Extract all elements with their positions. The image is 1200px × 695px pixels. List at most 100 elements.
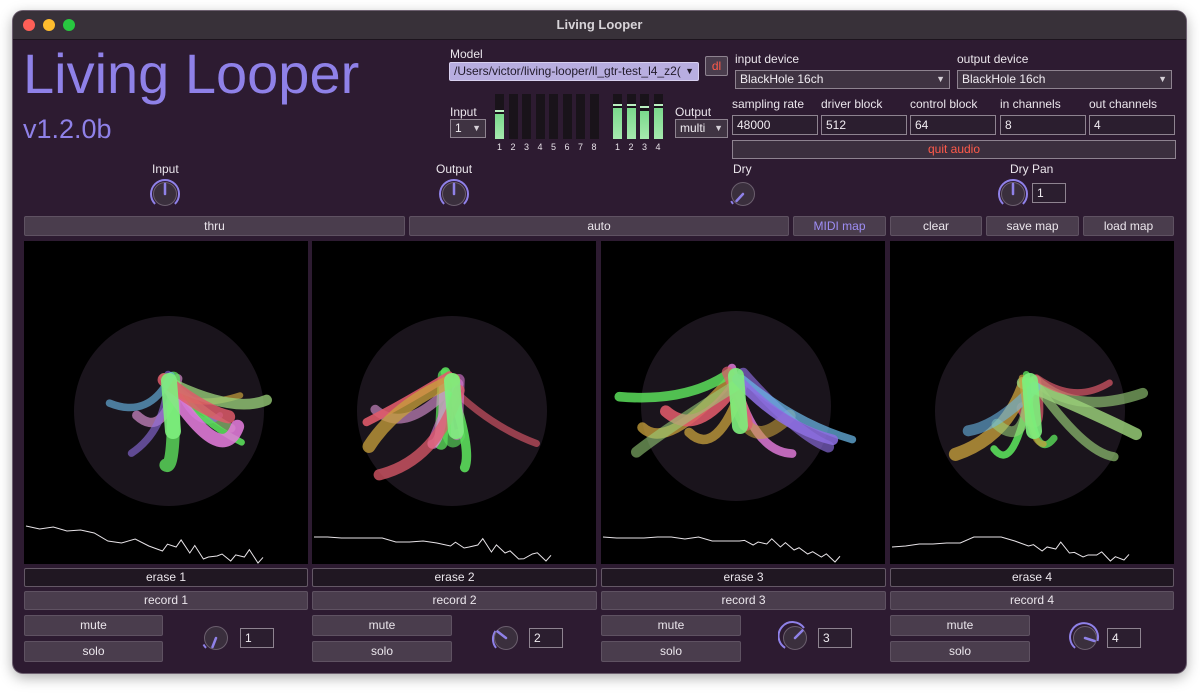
auto-button[interactable]: auto <box>409 216 789 236</box>
solo-loop-3-button[interactable]: solo <box>601 641 741 662</box>
waveform <box>25 525 264 564</box>
output-device-label: output device <box>957 52 1029 66</box>
input-meter-label: 8 <box>591 142 597 152</box>
chevron-down-icon: ▼ <box>714 123 723 133</box>
record-loop-4-button[interactable]: record 4 <box>890 591 1174 610</box>
erase-loop-2-button[interactable]: erase 2 <box>312 568 597 587</box>
input-meter-level <box>495 114 504 139</box>
erase-loop-4-button[interactable]: erase 4 <box>890 568 1174 587</box>
window-title: Living Looper <box>556 17 643 32</box>
loop-2-gain-knob[interactable] <box>489 621 523 660</box>
input-device-label: input device <box>735 52 800 66</box>
model-path: /Users/victor/living-looper/ll_gtr-test_… <box>454 64 681 78</box>
input-channel-label: Input <box>450 105 477 119</box>
record-loop-1-button[interactable]: record 1 <box>24 591 308 610</box>
solo-loop-4-button[interactable]: solo <box>890 641 1030 662</box>
mute-loop-2-button[interactable]: mute <box>312 615 452 636</box>
dry-pan-value[interactable]: 1 <box>1032 183 1066 203</box>
load-map-button[interactable]: load map <box>1083 216 1174 236</box>
sampling-rate-label: sampling rate <box>732 97 805 111</box>
output-meter-4: 4 <box>653 94 663 152</box>
midi-map-button[interactable]: MIDI map <box>793 216 886 236</box>
control-block-input[interactable]: 64 <box>910 115 996 135</box>
output-device-select[interactable]: BlackHole 16ch ▼ <box>957 70 1172 89</box>
output-meter-level <box>613 108 622 139</box>
erase-loop-1-button[interactable]: erase 1 <box>24 568 308 587</box>
output-gain-label: Output <box>436 162 473 176</box>
title-bar: Living Looper <box>13 11 1186 40</box>
out-channels-label: out channels <box>1089 97 1158 111</box>
erase-loop-3-button[interactable]: erase 3 <box>601 568 886 587</box>
solo-loop-1-button[interactable]: solo <box>24 641 163 662</box>
quit-audio-button[interactable]: quit audio <box>732 140 1176 159</box>
loop-1-number[interactable]: 1 <box>240 628 274 648</box>
output-meter-1: 1 <box>613 94 622 152</box>
solo-loop-2-button[interactable]: solo <box>312 641 452 662</box>
input-meter-1: 1 <box>495 94 504 152</box>
waveform <box>314 536 552 562</box>
model-select[interactable]: /Users/victor/living-looper/ll_gtr-test_… <box>449 62 699 81</box>
input-meter-peak <box>495 109 504 112</box>
input-meter-2: 2 <box>508 94 518 152</box>
input-channel-select[interactable]: 1 ▼ <box>450 119 486 138</box>
clear-button[interactable]: clear <box>890 216 982 236</box>
loop-visualizer-3 <box>601 241 885 564</box>
mute-loop-1-button[interactable]: mute <box>24 615 163 636</box>
loop-visualizer-2 <box>312 241 596 564</box>
loop-2-number[interactable]: 2 <box>529 628 563 648</box>
thru-button[interactable]: thru <box>24 216 405 236</box>
output-meter-peak <box>640 106 649 109</box>
out-channels-input[interactable]: 4 <box>1089 115 1175 135</box>
output-mode-select[interactable]: multi ▼ <box>675 119 728 138</box>
mute-loop-4-button[interactable]: mute <box>890 615 1030 636</box>
loop-4-number[interactable]: 4 <box>1107 628 1141 648</box>
loop-4-gain-knob[interactable] <box>1068 621 1102 660</box>
record-loop-3-button[interactable]: record 3 <box>601 591 886 610</box>
output-meter-peak <box>653 103 663 106</box>
input-meter-label: 1 <box>496 142 502 152</box>
output-meter-label: 4 <box>655 142 661 152</box>
chevron-down-icon: ▼ <box>1158 74 1167 84</box>
output-meter-label: 1 <box>614 142 620 152</box>
waveform <box>891 536 1130 562</box>
sampling-rate-input[interactable]: 48000 <box>732 115 818 135</box>
control-block-label: control block <box>910 97 978 111</box>
driver-block-input[interactable]: 512 <box>821 115 907 135</box>
download-model-button[interactable]: dl <box>705 56 728 76</box>
dry-pan-label: Dry Pan <box>1010 162 1054 176</box>
input-gain-label: Input <box>152 162 179 176</box>
input-meter-label: 6 <box>564 142 570 152</box>
model-label: Model <box>450 47 483 61</box>
loop-3-number[interactable]: 3 <box>818 628 852 648</box>
app-window: Living Looper Living Looper v1.2.0b Mode… <box>13 11 1186 673</box>
mute-loop-3-button[interactable]: mute <box>601 615 741 636</box>
input-meter-4: 4 <box>535 94 545 152</box>
output-meters: 1234 <box>613 94 667 152</box>
waveform <box>602 536 841 563</box>
visualizer-core <box>1022 373 1042 439</box>
input-meter-6: 6 <box>562 94 572 152</box>
output-meter-label: 3 <box>641 142 647 152</box>
loop-3-gain-knob[interactable] <box>777 621 812 660</box>
output-gain-knob[interactable] <box>437 177 471 216</box>
visualizer-core <box>728 368 748 434</box>
input-gain-knob[interactable] <box>148 177 182 216</box>
chevron-down-icon: ▼ <box>472 123 481 133</box>
in-channels-label: in channels <box>1000 97 1061 111</box>
input-meter-8: 8 <box>589 94 599 152</box>
output-meter-level <box>640 111 649 139</box>
save-map-button[interactable]: save map <box>986 216 1079 236</box>
input-meter-label: 7 <box>577 142 583 152</box>
output-mode-value: multi <box>680 121 706 135</box>
dry-level-knob[interactable] <box>726 177 760 216</box>
chevron-down-icon: ▼ <box>685 66 694 76</box>
visualizer-core <box>444 373 464 439</box>
record-loop-2-button[interactable]: record 2 <box>312 591 597 610</box>
input-device-value: BlackHole 16ch <box>740 72 824 86</box>
output-meter-level <box>626 108 636 139</box>
in-channels-input[interactable]: 8 <box>1000 115 1086 135</box>
loop-1-gain-knob[interactable] <box>199 621 233 660</box>
dry-pan-knob[interactable] <box>996 177 1030 216</box>
output-meter-label: 2 <box>628 142 634 152</box>
input-device-select[interactable]: BlackHole 16ch ▼ <box>735 70 950 89</box>
